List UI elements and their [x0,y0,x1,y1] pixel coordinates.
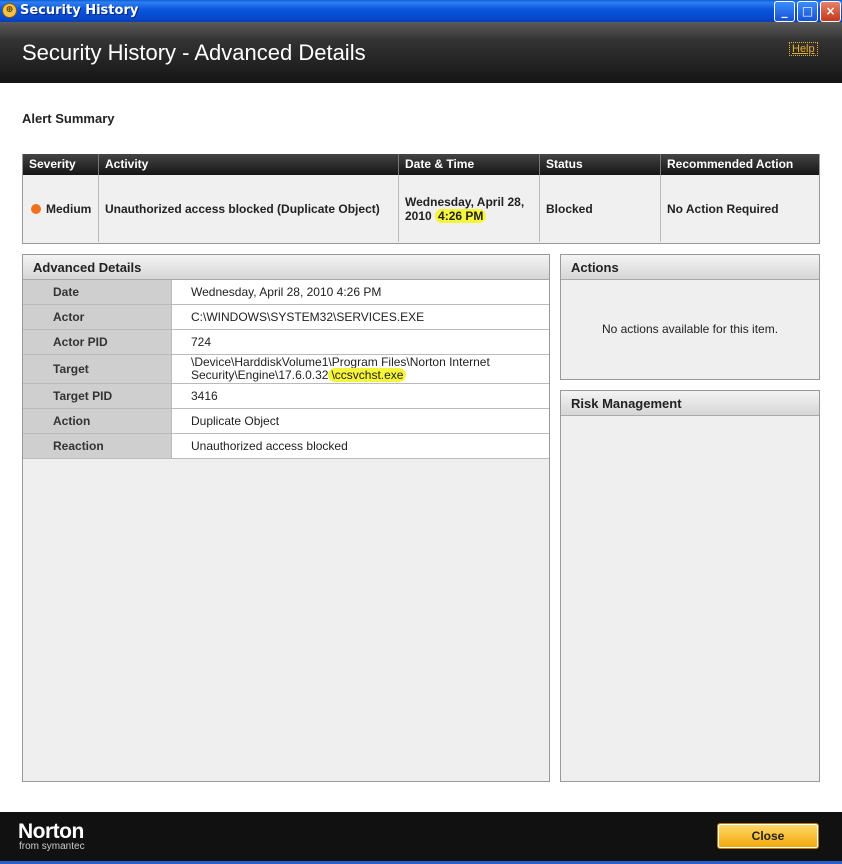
footer: Norton from symantec Close [0,812,842,864]
detail-value: Unauthorized access blocked [191,438,348,453]
column-header-severity[interactable]: Severity [23,154,98,175]
detail-row-action: Action Duplicate Object [23,409,549,434]
detail-value: 724 [191,334,212,349]
table-header: Severity Activity Date & Time Status Rec… [23,154,819,175]
target-path: \Device\HarddiskVolume1\Program Files\No… [191,356,549,382]
close-button[interactable]: Close [718,824,818,848]
advanced-details-panel: Advanced Details Date Wednesday, April 2… [22,254,550,782]
column-header-activity[interactable]: Activity [98,154,398,175]
date-time-value: Wednesday, April 28, 2010 4:26 PM [405,195,539,223]
window-title-bar[interactable]: ⊕ Security History _ □ × [0,0,842,22]
severity-label: Medium [46,201,92,216]
detail-row-actor: Actor C:\WINDOWS\SYSTEM32\SERVICES.EXE [23,305,549,330]
detail-row-target: Target \Device\HarddiskVolume1\Program F… [23,355,549,384]
detail-value: \Device\HarddiskVolume1\Program Files\No… [172,355,549,383]
severity-indicator-icon [31,203,41,214]
detail-value: 3416 [191,388,218,403]
detail-label: Actor PID [23,330,172,354]
page-title: Security History - Advanced Details [22,40,366,65]
window-title: Security History [20,3,139,18]
detail-value: C:\WINDOWS\SYSTEM32\SERVICES.EXE [191,309,425,324]
risk-management-heading: Risk Management [561,391,819,416]
advanced-details-heading: Advanced Details [23,255,549,280]
page-header: Security History - Advanced Details Help [0,22,842,83]
status-label: Blocked [546,201,593,216]
detail-value: Wednesday, April 28, 2010 4:26 PM [191,284,382,299]
target-file-highlight: \ccsvchst.exe [328,368,407,382]
column-header-date-time[interactable]: Date & Time [398,154,539,175]
detail-label: Actor [23,305,172,329]
detail-label: Target PID [23,384,172,408]
detail-row-date: Date Wednesday, April 28, 2010 4:26 PM [23,280,549,305]
alert-summary-heading: Alert Summary [22,111,115,126]
detail-row-reaction: Reaction Unauthorized access blocked [23,434,549,459]
close-window-button[interactable]: × [820,1,841,22]
norton-logo-subtitle: from symantec [19,841,85,852]
column-header-status[interactable]: Status [539,154,660,175]
activity-label: Unauthorized access blocked (Duplicate O… [105,201,380,216]
detail-row-actor-pid: Actor PID 724 [23,330,549,355]
detail-label: Target [23,355,172,383]
recommended-action-label: No Action Required [667,201,779,216]
detail-value: Duplicate Object [191,413,280,428]
no-actions-message: No actions available for this item. [601,322,779,336]
detail-label: Date [23,280,172,304]
help-link[interactable]: Help [789,42,818,56]
activity-cell: Unauthorized access blocked (Duplicate O… [98,175,398,242]
detail-label: Reaction [23,434,172,458]
date-time-cell: Wednesday, April 28, 2010 4:26 PM [398,175,539,242]
alert-summary-table: Severity Activity Date & Time Status Rec… [22,154,820,244]
minimize-button[interactable]: _ [774,1,795,22]
actions-panel: Actions No actions available for this it… [560,254,820,380]
recommended-action-cell: No Action Required [660,175,819,242]
detail-row-target-pid: Target PID 3416 [23,384,549,409]
column-header-recommended-action[interactable]: Recommended Action [660,154,819,175]
maximize-button[interactable]: □ [797,1,818,22]
time-highlight: 4:26 PM [435,208,487,223]
status-cell: Blocked [539,175,660,242]
severity-cell: Medium [23,175,98,242]
detail-label: Action [23,409,172,433]
norton-globe-icon: ⊕ [2,3,17,18]
actions-heading: Actions [561,255,819,280]
risk-management-panel: Risk Management [560,390,820,782]
